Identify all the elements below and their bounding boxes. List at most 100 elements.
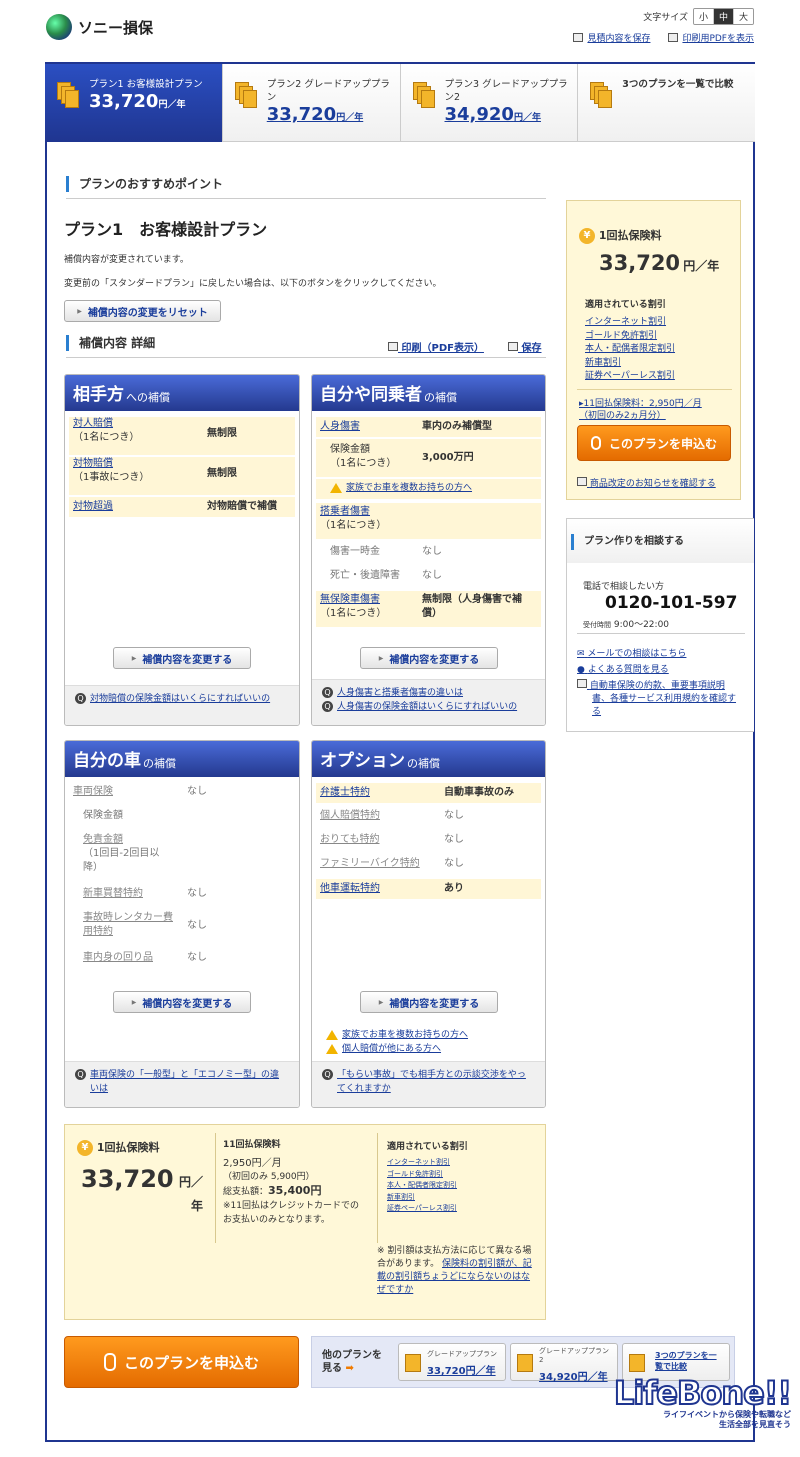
save-icon bbox=[573, 33, 584, 42]
print-link[interactable]: 印刷（PDF表示） bbox=[388, 339, 484, 354]
book-icon bbox=[577, 477, 587, 486]
warning-link[interactable]: 家族でお車を複数お持ちの方へ bbox=[326, 1027, 468, 1040]
faq-page-link[interactable]: ● よくある質問を見る bbox=[577, 662, 669, 675]
table-row: 保険金額 （1名につき） 3,000万円 bbox=[316, 439, 541, 477]
logo[interactable]: ソニー損保 bbox=[46, 14, 153, 40]
table-row: 対人賠償 （1名につき） 無制限 bbox=[69, 417, 295, 455]
terms-link[interactable]: 自動車保険の約款、重要事項説明 書、各種サービス利用規約を確認する bbox=[577, 679, 736, 719]
plan-tabs: プラン1 お客様設計プラン 33,720円／年 プラン2 グレードアッププラン … bbox=[45, 62, 755, 142]
apply-button[interactable]: このプランを申込む bbox=[577, 425, 731, 461]
table-row: 事故時レンタカー費 用特約 なし bbox=[83, 912, 207, 937]
tab-plan2[interactable]: プラン2 グレードアッププラン 33,720円／年 bbox=[222, 64, 401, 142]
other-plan-2-button[interactable]: グレードアッププラン 33,720円／年 bbox=[398, 1343, 506, 1381]
panel-self-passenger: 自分や同乗者 の補償 人身傷害 車内のみ補償型 保険金額 （1名につき） 3,000… bbox=[311, 374, 546, 726]
change-coverage-button[interactable]: 補償内容を変更する bbox=[360, 991, 498, 1013]
question-icon: Q bbox=[75, 693, 86, 704]
mail-consult-link[interactable]: ✉ メールでの相談はこちら bbox=[577, 646, 686, 659]
watermark: LifeBone!! ライフイベントから保険や転職など 生活全部を見直そう bbox=[613, 1374, 793, 1429]
table-row: 無保険車傷害 （1名につき） 無制限（人身傷害で補 償） bbox=[316, 591, 541, 627]
question-icon: Q bbox=[322, 687, 333, 698]
table-row: 新車買替特約 なし bbox=[83, 888, 207, 899]
installment-link[interactable]: ▸11回払保険料：2,950円／月 （初回のみ2ヵ月分） bbox=[579, 398, 702, 422]
save-link[interactable]: 保存 bbox=[508, 339, 541, 354]
mail-icon: ✉ bbox=[577, 649, 585, 659]
documents-icon bbox=[412, 82, 435, 108]
font-size-label: 文字サイズ bbox=[643, 13, 688, 23]
other-plan-3-button[interactable]: グレードアッププラン 2 34,920円／年 bbox=[510, 1343, 618, 1383]
yen-icon: ¥ bbox=[77, 1140, 93, 1156]
phone-number[interactable]: 0120-101-597 bbox=[605, 593, 737, 613]
mouse-icon bbox=[590, 436, 601, 450]
table-row: 人身傷害 車内のみ補償型 bbox=[316, 417, 541, 437]
faq-link[interactable]: Q 人身傷害と搭乗者傷害の違いは bbox=[322, 686, 535, 700]
faq-link[interactable]: Q 車両保険の「一般型」と「エコノミー型」の違 いは bbox=[75, 1068, 289, 1096]
chat-icon: ● bbox=[577, 665, 585, 675]
table-row: 免責金額 （1回目-2回目以 降） bbox=[83, 834, 160, 873]
font-size-control: 文字サイズ 小 中 大 bbox=[643, 8, 754, 25]
printer-icon bbox=[388, 342, 398, 351]
logo-text: ソニー損保 bbox=[78, 18, 154, 37]
warning-row: 家族でお車を複数お持ちの方へ bbox=[316, 479, 541, 499]
table-row: 車両保険 なし bbox=[73, 786, 207, 797]
print-pdf-link[interactable]: 印刷用PDFを表示 bbox=[668, 31, 754, 44]
table-row: 傷害一時金 なし bbox=[330, 546, 442, 557]
faq-link[interactable]: Q 対物賠償の保険金額はいくらにすればいいの bbox=[75, 692, 289, 706]
apply-button-bottom[interactable]: このプランを申込む bbox=[64, 1336, 299, 1388]
bottom-premium-box: ¥ 1回払保険料 33,720 円／ 年 11回払保険料 2,950円／月 （初… bbox=[64, 1124, 546, 1320]
revert-note: 変更前の「スタンダードプラン」に戻したい場合は、以下のボタンをクリックしてくださ… bbox=[64, 279, 442, 289]
documents-icon bbox=[590, 82, 613, 108]
panel-options: オプション の補償 弁護士特約 自動車事故のみ 個人賠償特約 なし おりても特約 … bbox=[311, 740, 546, 1108]
detail-heading: 補償内容 詳細 bbox=[66, 335, 155, 351]
table-row: おりても特約 なし bbox=[320, 834, 464, 845]
yen-icon: ¥ bbox=[579, 228, 595, 244]
warning-icon bbox=[326, 1043, 338, 1054]
question-icon: Q bbox=[322, 1069, 333, 1080]
panel-third-party: 相手方 への補償 対人賠償 （1名につき） 無制限 対物賠償 （1事故につき） 無制限… bbox=[64, 374, 300, 726]
warning-icon bbox=[326, 1029, 338, 1040]
table-row: 他車運転特約 あり bbox=[316, 879, 541, 899]
document-icon bbox=[405, 1354, 421, 1372]
font-size-large-button[interactable]: 大 bbox=[733, 9, 753, 24]
tab-plan1[interactable]: プラン1 お客様設計プラン 33,720円／年 bbox=[45, 64, 223, 142]
change-coverage-button[interactable]: 補償内容を変更する bbox=[113, 991, 251, 1013]
table-row: 死亡・後遺障害 なし bbox=[330, 570, 442, 581]
header-links: 見積内容を保存 印刷用PDFを表示 bbox=[573, 31, 754, 44]
recommend-heading: プランのおすすめポイント bbox=[66, 176, 223, 192]
tab-compare[interactable]: 3つのプランを一覧で比較 bbox=[578, 64, 755, 142]
mouse-icon bbox=[103, 1353, 116, 1371]
document-icon bbox=[517, 1354, 533, 1372]
documents-icon bbox=[234, 82, 257, 108]
question-icon: Q bbox=[322, 701, 333, 712]
table-row: 弁護士特約 自動車事故のみ bbox=[316, 783, 541, 803]
table-row: 保険金額 bbox=[83, 810, 123, 821]
save-icon bbox=[508, 342, 518, 351]
table-row: 車内身の回り品 なし bbox=[83, 952, 207, 963]
save-quote-link[interactable]: 見積内容を保存 bbox=[573, 31, 650, 44]
change-coverage-button[interactable]: 補償内容を変更する bbox=[113, 647, 251, 669]
book-icon bbox=[577, 679, 587, 688]
tab-plan3[interactable]: プラン3 グレードアッププラン2 34,920円／年 bbox=[400, 64, 579, 142]
change-coverage-button[interactable]: 補償内容を変更する bbox=[360, 647, 498, 669]
sidebar-premium-box: ¥ 1回払保険料 33,720 円／年 適用されている割引 インターネット割引 … bbox=[566, 200, 741, 500]
consult-box: プラン作りを相談する 電話で相談したい方 0120-101-597 受付時間 9… bbox=[566, 518, 754, 732]
font-size-medium-button[interactable]: 中 bbox=[713, 9, 734, 24]
font-size-small-button[interactable]: 小 bbox=[693, 9, 714, 24]
notice-link[interactable]: 商品改定のお知らせを確認する bbox=[577, 476, 716, 489]
plan-title: プラン1 お客様設計プラン bbox=[64, 220, 268, 239]
warning-icon bbox=[330, 482, 342, 493]
logo-mark-icon bbox=[46, 14, 72, 40]
table-row: 搭乗者傷害 （1名につき） bbox=[316, 503, 541, 539]
faq-link[interactable]: Q 人身傷害の保険金額はいくらにすればいいの bbox=[322, 700, 535, 714]
table-row: 個人賠償特約 なし bbox=[320, 810, 464, 821]
faq-link[interactable]: Q 「もらい事故」でも相手方との示談交渉をやっ てくれますか bbox=[322, 1068, 535, 1096]
table-row: 対物超過 対物賠償で補償 bbox=[69, 497, 295, 517]
warning-link[interactable]: 個人賠償が他にある方へ bbox=[326, 1041, 441, 1054]
documents-icon bbox=[629, 1354, 645, 1372]
panel-own-car: 自分の車 の補償 車両保険 なし 保険金額 免責金額 （1回目-2回目以 降） 新車買… bbox=[64, 740, 300, 1108]
watermark-brand: LifeBone!! bbox=[613, 1374, 793, 1412]
question-icon: Q bbox=[75, 1069, 86, 1080]
header: ソニー損保 文字サイズ 小 中 大 見積内容を保存 印刷用PDFを表示 bbox=[0, 0, 800, 60]
printer-icon bbox=[668, 33, 679, 42]
table-row: ファミリーバイク特約 なし bbox=[320, 858, 464, 869]
reset-button[interactable]: 補償内容の変更をリセット bbox=[64, 300, 221, 322]
